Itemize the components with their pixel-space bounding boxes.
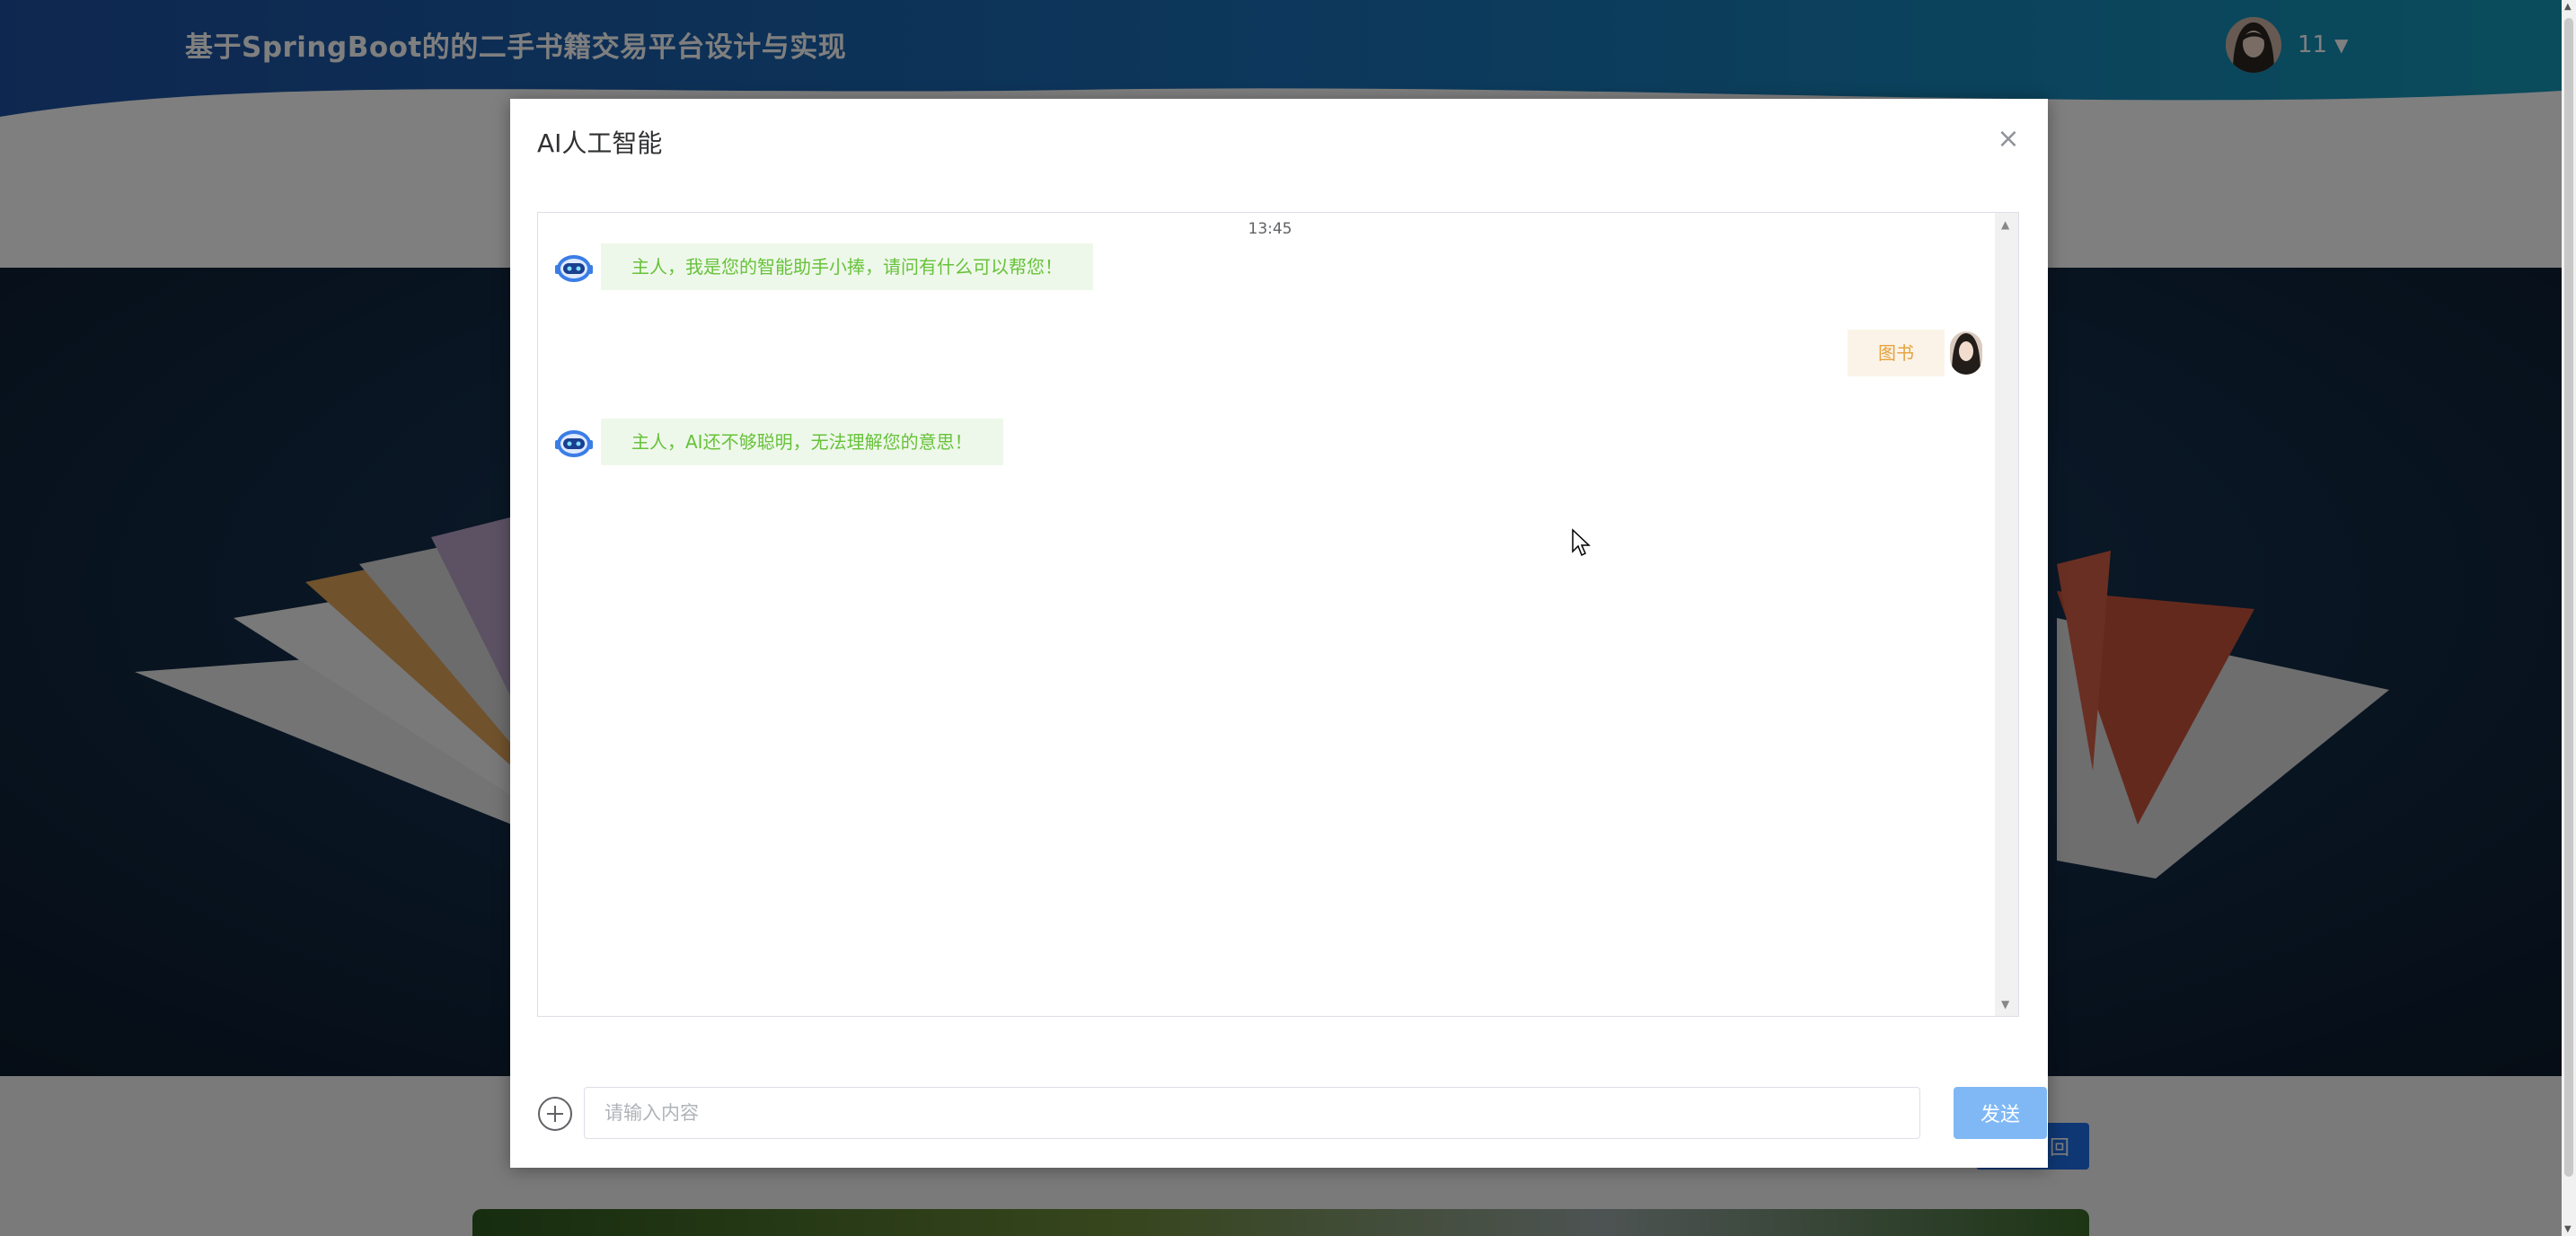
plus-circle-icon[interactable] xyxy=(537,1096,573,1132)
chat-input-bar: 发送 xyxy=(537,1087,2047,1141)
page: 基于SpringBoot的的二手书籍交易平台设计与实现 11 ▼ xyxy=(0,0,2576,1236)
mouse-cursor-icon xyxy=(1572,528,1591,557)
scroll-down-icon[interactable]: ▼ xyxy=(2001,998,2009,1011)
ai-message-bubble: 主人，我是您的智能助手小捧，请问有什么可以帮您！ xyxy=(601,243,1093,290)
scroll-down-icon[interactable]: ▼ xyxy=(2564,1224,2572,1234)
send-button[interactable]: 发送 xyxy=(1954,1087,2047,1139)
chat-panel[interactable]: 13:45 主人，我是您的智能助手小捧，请问有什么可以帮您！ 图书 主人，AI还… xyxy=(537,212,2019,1017)
chat-scrollbar[interactable]: ▲ ▼ xyxy=(1995,213,2018,1016)
user-message-bubble: 图书 xyxy=(1848,330,1945,376)
message-row-user: 图书 xyxy=(1848,330,1982,376)
ai-message-bubble: 主人，AI还不够聪明，无法理解您的意思！ xyxy=(601,419,1003,465)
page-scroll-thumb[interactable] xyxy=(2564,18,2573,1177)
message-time: 13:45 xyxy=(1248,220,1292,238)
ai-chat-dialog: AI人工智能 × 13:45 主人，我是您的智能助手小捧，请问有什么可以帮您！ xyxy=(510,99,2048,1168)
close-icon[interactable]: × xyxy=(1994,123,2023,154)
dialog-title: AI人工智能 xyxy=(537,128,663,158)
chat-input[interactable] xyxy=(584,1087,1920,1139)
page-scrollbar[interactable]: ▲ ▼ xyxy=(2562,0,2576,1236)
message-row-ai: 主人，我是您的智能助手小捧，请问有什么可以帮您！ xyxy=(552,243,1093,290)
user-avatar xyxy=(1950,331,1982,375)
robot-icon xyxy=(555,255,593,282)
scroll-up-icon[interactable]: ▲ xyxy=(2564,2,2572,12)
robot-icon xyxy=(555,430,593,457)
scroll-up-icon[interactable]: ▲ xyxy=(2001,218,2009,231)
message-row-ai: 主人，AI还不够聪明，无法理解您的意思！ xyxy=(552,419,1003,465)
